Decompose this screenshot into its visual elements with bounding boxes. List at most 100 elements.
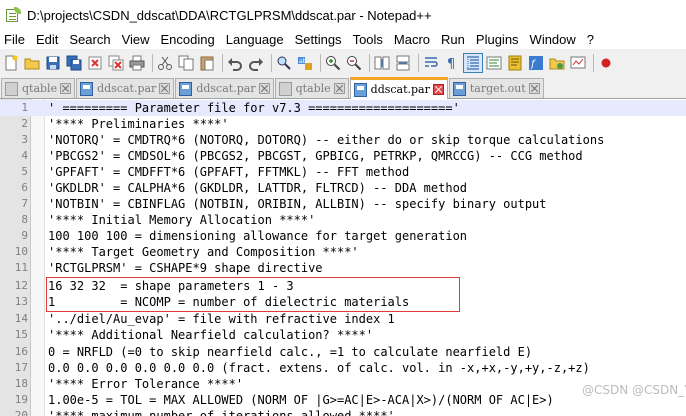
line-number: 15: [14, 328, 28, 341]
menu-settings[interactable]: Settings: [295, 32, 342, 47]
line-number: 20: [14, 409, 28, 416]
tab-ddscat-par-1[interactable]: ddscat.par: [76, 78, 175, 98]
indent-guide-icon[interactable]: [463, 52, 483, 73]
sync-vertical-icon[interactable]: [373, 54, 391, 72]
line-text: 'GPFAFT' = CMDFFT*6 (GPFAFT, FFTMKL) -- …: [48, 165, 410, 179]
line-number: 5: [21, 165, 28, 178]
save-icon[interactable]: [44, 54, 62, 72]
editor-line[interactable]: 8 '**** Initial Memory Allocation ****': [0, 212, 686, 228]
menu-bar: File Edit Search View Encoding Language …: [0, 30, 686, 49]
paste-icon[interactable]: [198, 54, 216, 72]
toolbar-separator: [222, 53, 223, 72]
folder-workspace-icon[interactable]: [548, 54, 566, 72]
line-text: ' ========= Parameter file for v7.3 ====…: [48, 101, 460, 115]
watermark: @CSDN @CSDN_Yangf: [582, 383, 686, 397]
line-number: 8: [21, 213, 28, 226]
editor-line[interactable]: 20 '**** maximum number of iterations all…: [0, 408, 686, 416]
editor-line[interactable]: 5 'GPFAFT' = CMDFFT*6 (GPFAFT, FFTMKL) --…: [0, 164, 686, 180]
editor-area[interactable]: 1 ' ========= Parameter file for v7.3 ===…: [0, 99, 686, 416]
copy-icon[interactable]: [177, 54, 195, 72]
line-number: 19: [14, 393, 28, 406]
line-text: 'RCTGLPRSM' = CSHAPE*9 shape directive: [48, 261, 323, 275]
doc-map-icon[interactable]: [506, 54, 524, 72]
toolbar-separator: [369, 53, 370, 72]
open-file-icon[interactable]: [23, 54, 41, 72]
editor-line[interactable]: 6 'GKDLDR' = CALPHA*6 (GKDLDR, LATTDR, FL…: [0, 180, 686, 196]
close-tab-icon[interactable]: [60, 83, 72, 94]
editor-line[interactable]: 17 0.0 0.0 0.0 0.0 0.0 0.0 (fract. extens…: [0, 360, 686, 376]
show-all-chars-icon[interactable]: ¶: [443, 54, 461, 72]
file-icon: [80, 81, 94, 96]
close-icon[interactable]: [86, 54, 104, 72]
zoom-out-icon[interactable]: [345, 54, 363, 72]
close-tab-icon[interactable]: [528, 83, 540, 94]
tab-ddscat-par-2[interactable]: ddscat.par: [175, 78, 274, 98]
menu-help[interactable]: ?: [587, 32, 594, 47]
editor-line[interactable]: 7 'NOTBIN' = CBINFLAG (NOTBIN, ORIBIN, AL…: [0, 196, 686, 212]
line-text: 'PBCGS2' = CMDSOL*6 (PBCGS2, PBCGST, GPB…: [48, 149, 583, 163]
editor-line[interactable]: 14 '../diel/Au_evap' = file with refracti…: [0, 311, 686, 327]
toolbar: ab ¶ f: [0, 49, 686, 76]
line-number: 3: [21, 133, 28, 146]
menu-plugins[interactable]: Plugins: [476, 32, 519, 47]
undo-icon[interactable]: [226, 54, 244, 72]
menu-encoding[interactable]: Encoding: [161, 32, 215, 47]
line-number: 2: [21, 117, 28, 130]
menu-tools[interactable]: Tools: [353, 32, 383, 47]
line-number: 4: [21, 149, 28, 162]
sync-horizontal-icon[interactable]: [394, 54, 412, 72]
function-list-icon[interactable]: f: [527, 54, 545, 72]
close-tab-icon[interactable]: [333, 83, 345, 94]
editor-line[interactable]: 11 'RCTGLPRSM' = CSHAPE*9 shape directive: [0, 260, 686, 276]
find-icon[interactable]: [275, 54, 293, 72]
menu-view[interactable]: View: [122, 32, 150, 47]
menu-window[interactable]: Window: [530, 32, 576, 47]
toolbar-separator: [152, 53, 153, 72]
print-icon[interactable]: [128, 54, 146, 72]
line-text: '../diel/Au_evap' = file with refractive…: [48, 312, 395, 326]
monitoring-icon[interactable]: [569, 54, 587, 72]
line-text: '**** Error Tolerance ****': [48, 377, 244, 391]
close-tab-icon[interactable]: [432, 84, 444, 95]
editor-line[interactable]: 2 '**** Preliminaries ****': [0, 116, 686, 132]
editor-line[interactable]: 12 16 32 32 = shape parameters 1 - 3: [0, 278, 686, 294]
title-bar: D:\projects\CSDN_ddscat\DDA\RCTGLPRSM\dd…: [0, 0, 686, 30]
new-file-icon[interactable]: [2, 54, 20, 72]
editor-line[interactable]: 16 0 = NRFLD (=0 to skip nearfield calc.,…: [0, 344, 686, 360]
tab-target-out[interactable]: target.out: [448, 78, 544, 98]
editor-line[interactable]: 3 'NOTORQ' = CMDTRQ*6 (NOTORQ, DOTORQ) --…: [0, 132, 686, 148]
word-wrap-icon[interactable]: [422, 54, 440, 72]
zoom-in-icon[interactable]: [324, 54, 342, 72]
record-macro-icon[interactable]: [597, 54, 615, 72]
editor-line[interactable]: 13 1 = NCOMP = number of dielectric mater…: [0, 294, 686, 310]
editor-line[interactable]: 4 'PBCGS2' = CMDSOL*6 (PBCGS2, PBCGST, GP…: [0, 148, 686, 164]
line-number: 18: [14, 377, 28, 390]
editor-line[interactable]: 1 ' ========= Parameter file for v7.3 ===…: [0, 100, 686, 116]
editor-line[interactable]: 10 '**** Target Geometry and Composition …: [0, 244, 686, 260]
close-tab-icon[interactable]: [159, 83, 171, 94]
line-number: 12: [14, 279, 28, 292]
close-all-icon[interactable]: [107, 54, 125, 72]
menu-file[interactable]: File: [4, 32, 25, 47]
line-number: 17: [14, 361, 28, 374]
close-tab-icon[interactable]: [258, 83, 270, 94]
cut-icon[interactable]: [156, 54, 174, 72]
menu-macro[interactable]: Macro: [394, 32, 430, 47]
redo-icon[interactable]: [247, 54, 265, 72]
tab-qtable-2[interactable]: qtable: [274, 78, 349, 98]
menu-edit[interactable]: Edit: [36, 32, 58, 47]
menu-run[interactable]: Run: [441, 32, 465, 47]
tab-ddscat-par-active[interactable]: ddscat.par: [349, 77, 448, 99]
editor-line[interactable]: 15 '**** Additional Nearfield calculation…: [0, 327, 686, 343]
tab-qtable-1[interactable]: qtable: [1, 78, 76, 98]
menu-language[interactable]: Language: [226, 32, 284, 47]
line-text: 0.0 0.0 0.0 0.0 0.0 0.0 (fract. extens. …: [48, 361, 590, 375]
notepadpp-logo-icon: [5, 7, 21, 23]
menu-search[interactable]: Search: [69, 32, 110, 47]
svg-text:ab: ab: [299, 58, 307, 65]
lang-icon[interactable]: [485, 54, 503, 72]
line-text: '**** Additional Nearfield calculation? …: [48, 328, 374, 342]
save-all-icon[interactable]: [65, 54, 83, 72]
editor-line[interactable]: 9 100 100 100 = dimensioning allowance fo…: [0, 228, 686, 244]
replace-icon[interactable]: ab: [296, 54, 314, 72]
